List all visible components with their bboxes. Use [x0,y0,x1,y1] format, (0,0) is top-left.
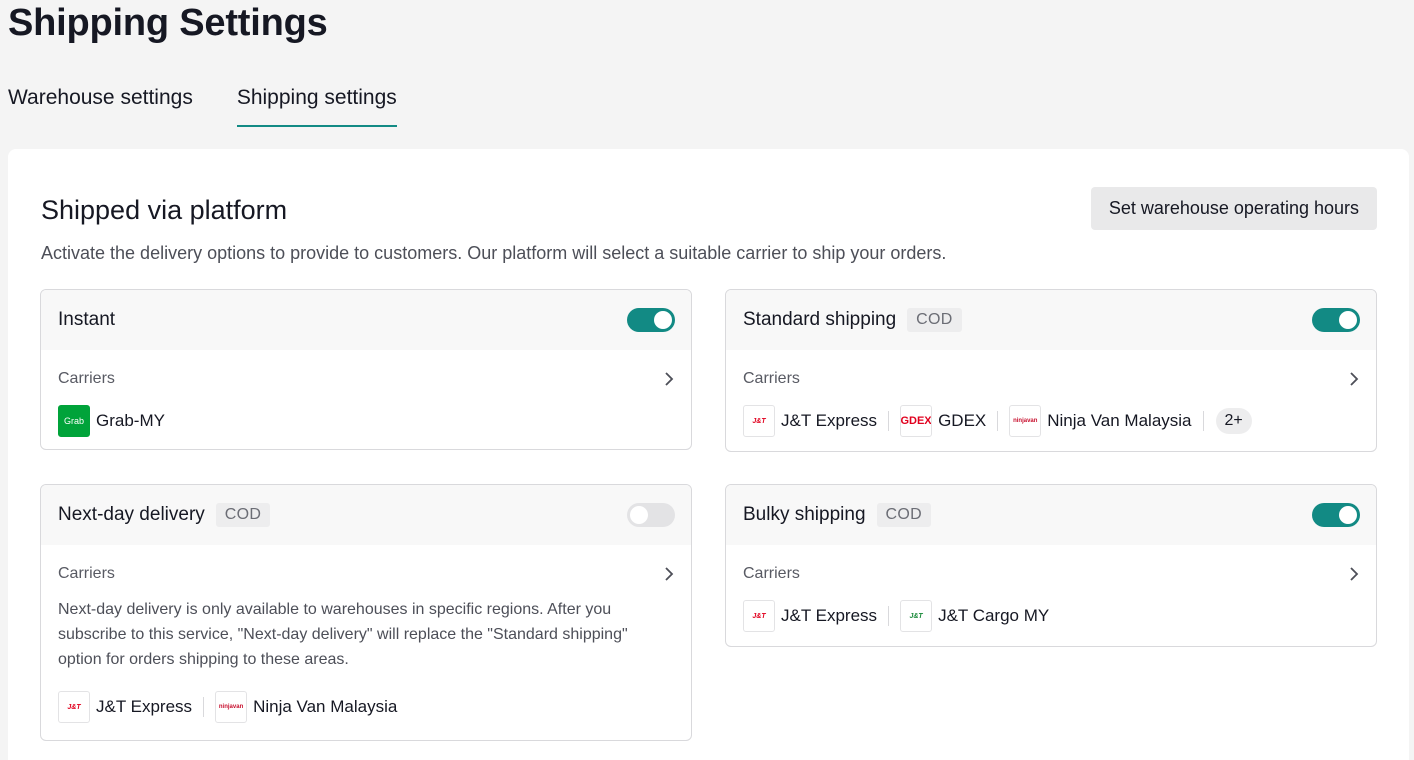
gdex-logo: GDEX [900,405,933,437]
next-day-delivery-toggle[interactable] [627,503,675,527]
section-description: Activate the delivery options to provide… [41,243,947,263]
divider [888,411,890,431]
card-title: Instant [58,309,116,330]
card-title: Bulky shipping [743,504,866,525]
toggle-knob [1339,311,1357,329]
more-carriers-badge[interactable]: 2+ [1215,408,1252,434]
page-title: Shipping Settings [8,2,328,44]
divider [888,606,890,626]
carrier-item: ninjavan Ninja Van Malaysia [1009,405,1192,437]
carrier-name: Grab-MY [96,411,165,430]
next-day-note: Next-day delivery is only available to w… [58,601,628,668]
carriers-label: Carriers [58,565,115,582]
carriers-label: Carriers [743,370,800,387]
carriers-label: Carriers [743,565,800,582]
carrier-name: Ninja Van Malaysia [253,697,398,716]
chevron-right-icon [1350,567,1359,581]
carrier-item: GDEX GDEX [900,405,986,437]
carrier-item: ninjavan Ninja Van Malaysia [215,691,397,723]
section-title: Shipped via platform [41,195,288,225]
toggle-knob [1339,506,1357,524]
card-title: Standard shipping [743,309,897,330]
carrier-list: J&T J&T Express J&T J&T Cargo MY [743,599,1359,633]
cod-badge: COD [215,503,271,527]
ninja-van-logo: ninjavan [215,691,248,723]
carrier-item: Grab Grab-MY [58,405,165,437]
card-header: Instant [41,290,691,350]
jt-cargo-logo: J&T [900,600,933,632]
ninja-van-logo: ninjavan [1009,405,1042,437]
jt-express-logo: J&T [743,600,775,632]
carrier-name: GDEX [938,411,987,430]
carrier-list: Grab Grab-MY [58,404,674,438]
cod-badge: COD [876,503,931,527]
tab-bar: Warehouse settings Shipping settings [8,84,397,128]
grab-logo: Grab [58,405,90,437]
tab-warehouse-settings[interactable]: Warehouse settings [8,84,193,128]
chevron-right-icon [665,372,674,386]
carrier-item: J&T J&T Express [58,691,192,723]
carriers-link[interactable]: Carriers [58,563,674,585]
carriers-link[interactable]: Carriers [743,368,1359,390]
divider [203,697,205,717]
carrier-name: J&T Cargo MY [938,606,1050,625]
carrier-item: J&T J&T Cargo MY [900,600,1049,632]
cod-badge: COD [907,308,962,332]
card-title: Next-day delivery [58,504,205,525]
card-header: Bulky shipping COD [726,485,1376,545]
set-warehouse-hours-button[interactable]: Set warehouse operating hours [1090,187,1377,230]
chevron-right-icon [665,567,674,581]
next-day-delivery-card: Next-day delivery COD Carriers Next-day … [40,484,692,741]
carriers-label: Carriers [58,370,115,387]
instant-card: Instant Carriers Grab Grab-MY [40,289,692,450]
carrier-list: J&T J&T Express ninjavan Ninja Van Malay… [58,690,674,724]
tab-shipping-settings[interactable]: Shipping settings [236,84,397,128]
standard-shipping-toggle[interactable] [1312,308,1360,332]
divider [1202,411,1204,431]
jt-express-logo: J&T [743,405,775,437]
carrier-name: J&T Express [781,411,878,430]
bulky-shipping-card: Bulky shipping COD Carriers J&T J&T Expr… [725,484,1377,647]
jt-express-logo: J&T [58,691,90,723]
carriers-link[interactable]: Carriers [58,368,674,390]
toggle-knob [630,506,648,524]
toggle-knob [654,311,672,329]
carriers-link[interactable]: Carriers [743,563,1359,585]
carrier-item: J&T J&T Express [743,600,877,632]
carrier-name: J&T Express [96,697,193,716]
chevron-right-icon [1350,372,1359,386]
carrier-name: J&T Express [781,606,878,625]
card-header: Standard shipping COD [726,290,1376,350]
card-header: Next-day delivery COD [41,485,691,545]
instant-toggle[interactable] [627,308,675,332]
bulky-shipping-toggle[interactable] [1312,503,1360,527]
carrier-item: J&T J&T Express [743,405,877,437]
carrier-name: Ninja Van Malaysia [1047,411,1192,430]
standard-shipping-card: Standard shipping COD Carriers J&T J&T E… [725,289,1377,452]
shipping-panel: Shipped via platform Set warehouse opera… [8,149,1409,760]
divider [997,411,999,431]
carrier-list: J&T J&T Express GDEX GDEX ninjavan Ninja… [743,404,1359,438]
